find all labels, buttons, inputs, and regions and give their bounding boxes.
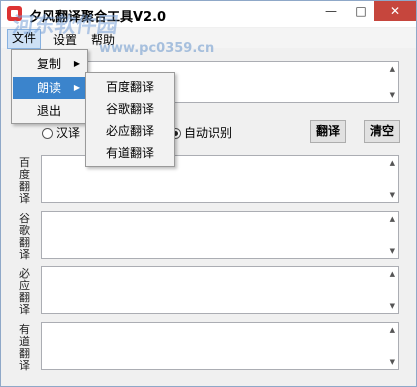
result-label-youdao: 有道翻译 — [19, 323, 30, 372]
result-box-google[interactable]: ▲ ▼ — [41, 211, 399, 259]
scroll-up-icon[interactable]: ▲ — [390, 65, 395, 73]
scroll-up-icon[interactable]: ▲ — [390, 159, 395, 167]
result-box-bing[interactable]: ▲ ▼ — [41, 266, 399, 314]
scroll-up-icon[interactable]: ▲ — [390, 215, 395, 223]
result-box-youdao[interactable]: ▲ ▼ — [41, 322, 399, 370]
app-window: 夕风翻译聚合工具V2.0 — □ ✕ 文件 设置 帮助 ▲ ▼ 汉译 自动识别 … — [0, 0, 417, 387]
menu-item-exit[interactable]: 退出 — [13, 100, 86, 122]
menu-item-read-aloud[interactable]: 朗读 ▶ — [13, 77, 86, 99]
radio-label: 自动识别 — [184, 126, 233, 140]
scroll-up-icon[interactable]: ▲ — [390, 270, 395, 278]
submenu-item-baidu[interactable]: 百度翻译 — [87, 76, 173, 98]
result-label-bing: 必应翻译 — [19, 267, 30, 316]
translate-button[interactable]: 翻译 — [310, 120, 346, 143]
submenu-item-youdao[interactable]: 有道翻译 — [87, 142, 173, 164]
minimize-button[interactable]: — — [316, 1, 346, 21]
submenu-arrow-icon: ▶ — [73, 59, 80, 68]
read-aloud-submenu: 百度翻译 谷歌翻译 必应翻译 有道翻译 — [85, 72, 175, 167]
menu-item-copy[interactable]: 复制 ▶ — [13, 53, 86, 75]
menu-item-label: 退出 — [37, 104, 62, 118]
scroll-down-icon[interactable]: ▼ — [390, 191, 395, 199]
radio-auto-detect[interactable]: 自动识别 — [170, 124, 232, 141]
scroll-up-icon[interactable]: ▲ — [390, 326, 395, 334]
file-dropdown-menu: 复制 ▶ 朗读 ▶ 退出 — [11, 49, 88, 124]
maximize-button[interactable]: □ — [346, 1, 376, 21]
menu-item-label: 复制 — [37, 57, 62, 71]
menu-item-label: 朗读 — [37, 81, 62, 95]
radio-label: 汉译 — [56, 126, 81, 140]
scroll-down-icon[interactable]: ▼ — [390, 302, 395, 310]
scroll-down-icon[interactable]: ▼ — [390, 91, 395, 99]
radio-chinese-translate[interactable]: 汉译 — [42, 124, 80, 141]
scroll-down-icon[interactable]: ▼ — [390, 247, 395, 255]
watermark-logo: 河东软件园 — [11, 13, 120, 37]
close-button[interactable]: ✕ — [374, 1, 416, 21]
submenu-item-bing[interactable]: 必应翻译 — [87, 120, 173, 142]
submenu-arrow-icon: ▶ — [73, 83, 80, 92]
result-label-google: 谷歌翻译 — [19, 212, 30, 261]
submenu-item-google[interactable]: 谷歌翻译 — [87, 98, 173, 120]
watermark-url: www.pc0359.cn — [99, 41, 215, 56]
scroll-down-icon[interactable]: ▼ — [390, 358, 395, 366]
radio-icon[interactable] — [42, 128, 53, 139]
result-label-baidu: 百度翻译 — [19, 156, 30, 205]
clear-button[interactable]: 清空 — [364, 120, 400, 143]
